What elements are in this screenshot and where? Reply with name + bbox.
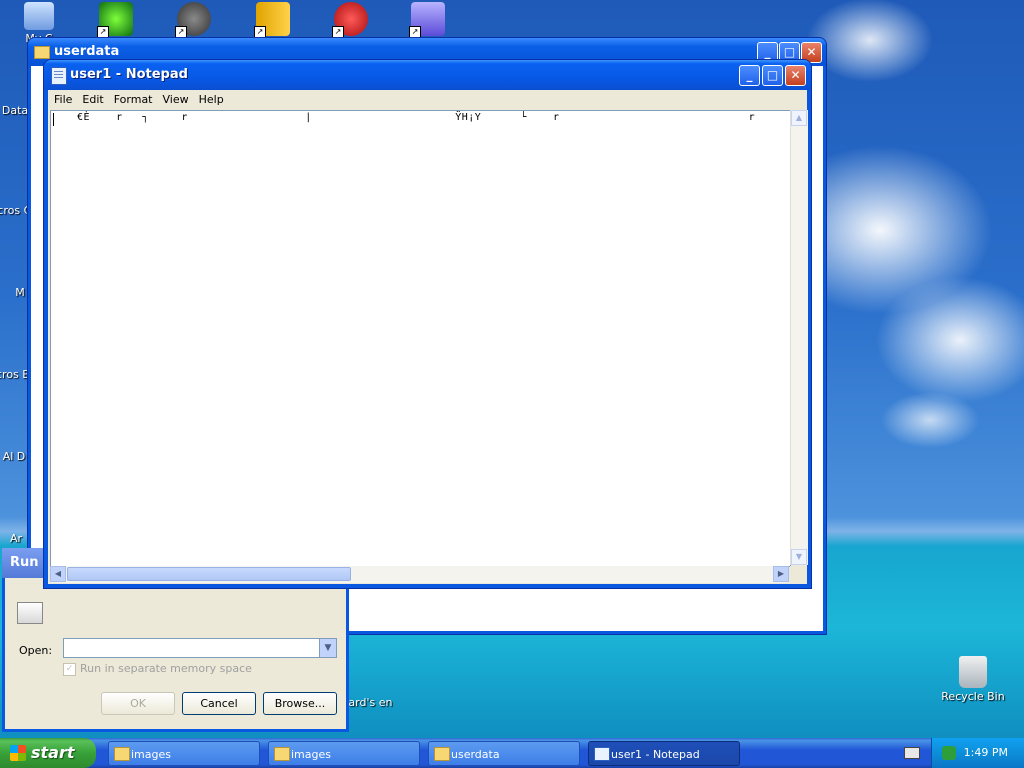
shortcut-arrow-icon: ↗	[175, 26, 187, 38]
notepad-icon	[594, 747, 610, 761]
shortcut-arrow-icon: ↗	[409, 26, 421, 38]
desktop-icon-label: Ar	[9, 532, 23, 545]
task-userdata[interactable]: userdata	[428, 741, 580, 766]
start-button[interactable]: start	[0, 738, 96, 768]
run-dialog-title: Run	[10, 555, 39, 570]
horizontal-scroll-thumb[interactable]	[67, 567, 351, 581]
browse-button[interactable]: Browse...	[263, 692, 337, 715]
notepad-client: File Edit Format View Help €È r ┐ r | ŸH¡Y └…	[48, 90, 808, 584]
start-label: start	[31, 743, 75, 762]
resize-grip-icon[interactable]	[790, 566, 807, 583]
system-tray: 1:49 PM	[931, 738, 1024, 768]
scroll-right-icon[interactable]: ▶	[773, 566, 789, 582]
menu-file[interactable]: File	[49, 90, 77, 109]
task-label: images	[291, 748, 331, 761]
taskbar: start images images userdata user1 - Not…	[0, 738, 1024, 768]
text-caret	[53, 113, 54, 126]
task-label: userdata	[451, 748, 500, 761]
maximize-button[interactable]: □	[762, 65, 783, 86]
run-icon	[17, 602, 43, 624]
checkbox-check-icon: ✓	[63, 662, 76, 676]
network-icon[interactable]	[942, 746, 956, 760]
notepad-title: user1 - Notepad	[70, 67, 188, 82]
menu-help[interactable]: Help	[194, 90, 229, 109]
text-editor[interactable]: €È r ┐ r | ŸH¡Y └ r r	[50, 110, 791, 567]
vertical-scrollbar[interactable]: ▲ ▼	[790, 110, 808, 565]
windows-logo-icon	[10, 745, 26, 761]
folder-icon	[274, 747, 290, 761]
horizontal-scrollbar[interactable]: ◀ ▶	[50, 566, 789, 583]
scroll-up-icon[interactable]: ▲	[791, 110, 807, 126]
folder-icon	[434, 747, 450, 761]
cocktail-shortcut-icon[interactable]: ↗	[393, 2, 463, 38]
open-input[interactable]: ▼	[63, 638, 337, 658]
menu-bar: File Edit Format View Help	[48, 90, 807, 109]
notepad-window[interactable]: user1 - Notepad _ □ ✕ File Edit Format View…	[44, 60, 811, 588]
shortcut-arrow-icon: ↗	[97, 26, 109, 38]
recycle-bin-icon[interactable]: Recycle Bin	[938, 656, 1008, 703]
separate-memory-checkbox[interactable]: ✓ Run in separate memory space	[63, 662, 252, 676]
folder-icon	[114, 747, 130, 761]
folder-icon	[34, 46, 50, 59]
task-notepad[interactable]: user1 - Notepad	[588, 741, 740, 766]
clock[interactable]: 1:49 PM	[964, 738, 1008, 768]
scroll-down-icon[interactable]: ▼	[791, 549, 807, 565]
menu-view[interactable]: View	[158, 90, 194, 109]
task-label: user1 - Notepad	[611, 748, 700, 761]
shortcut-arrow-icon: ↗	[332, 26, 344, 38]
explorer-title: userdata	[54, 44, 120, 59]
task-images-1[interactable]: images	[108, 741, 260, 766]
task-label: images	[131, 748, 171, 761]
ok-button[interactable]: OK	[101, 692, 175, 715]
keyboard-icon[interactable]	[904, 747, 920, 759]
minimize-button[interactable]: _	[739, 65, 760, 86]
parachute-shortcut-icon[interactable]: ↗	[316, 2, 386, 38]
task-images-2[interactable]: images	[268, 741, 420, 766]
desktop-icon-label: Data	[1, 104, 29, 117]
cancel-button[interactable]: Cancel	[182, 692, 256, 715]
shortcut-arrow-icon: ↗	[254, 26, 266, 38]
editor-content: €È r ┐ r | ŸH¡Y └ r r	[77, 112, 756, 123]
menu-edit[interactable]: Edit	[77, 90, 108, 109]
open-label: Open:	[19, 644, 53, 657]
notepad-titlebar[interactable]: user1 - Notepad _ □ ✕	[44, 60, 811, 90]
scroll-left-icon[interactable]: ◀	[50, 566, 66, 582]
desktop-icon-label: Recycle Bin	[941, 690, 1005, 703]
close-button[interactable]: ✕	[785, 65, 806, 86]
gear-shortcut-icon[interactable]: ↗	[159, 2, 229, 38]
green-radar-shortcut-icon[interactable]: ↗	[81, 2, 151, 38]
checkbox-label: Run in separate memory space	[80, 662, 252, 675]
notepad-icon	[51, 67, 67, 85]
desktop-icon-label: Al D	[2, 450, 26, 463]
desktop-icon-label: M	[15, 286, 25, 299]
book-shortcut-icon[interactable]: ↗	[238, 2, 308, 38]
chevron-down-icon[interactable]: ▼	[319, 639, 336, 657]
menu-format[interactable]: Format	[109, 90, 158, 109]
